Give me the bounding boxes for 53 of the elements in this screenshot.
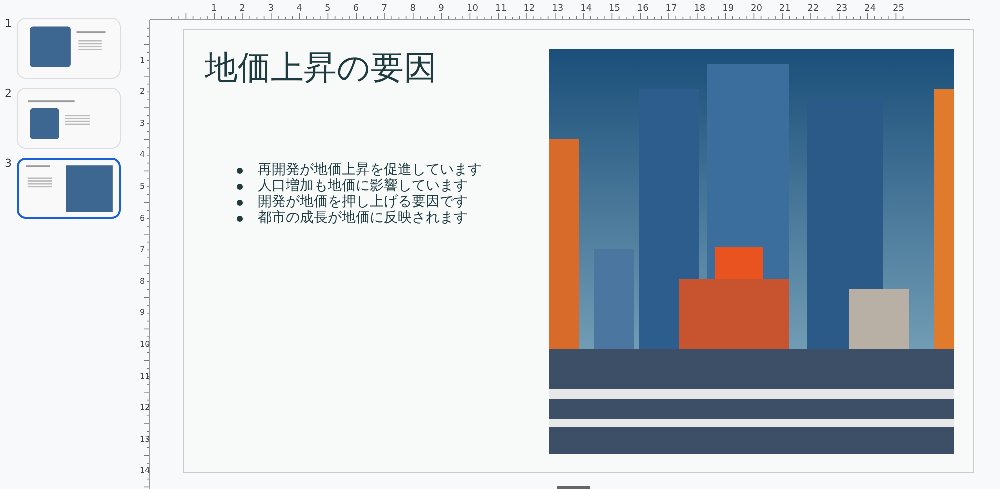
ruler-number: 9 — [438, 5, 444, 14]
ruler-number: 6 — [140, 214, 146, 223]
bullet-icon — [237, 200, 243, 206]
ruler-number: 13 — [552, 5, 564, 14]
ruler-number: 12 — [140, 404, 150, 412]
ruler-number: 22 — [808, 5, 820, 14]
bullet-text: 開発が地価を押し上げる要因です — [258, 194, 468, 210]
ruler-number: 3 — [140, 120, 146, 128]
ruler-number: 1 — [140, 56, 146, 65]
ruler-number: 7 — [382, 5, 388, 14]
ruler-number: 2 — [140, 88, 146, 96]
bullet-icon — [237, 168, 243, 174]
ruler-number: 2 — [240, 5, 246, 14]
slide-number: 1 — [4, 18, 13, 29]
ruler-number: 5 — [325, 5, 331, 14]
bullet-text: 都市の成長が地価に反映されます — [258, 210, 468, 226]
ruler-number: 10 — [467, 5, 478, 14]
scroll-handle[interactable] — [557, 486, 590, 489]
bullet-text: 再開発が地価上昇を促進しています — [258, 162, 482, 178]
ruler-number: 16 — [637, 5, 649, 14]
ruler-number: 13 — [140, 436, 150, 444]
ruler-number: 11 — [140, 372, 150, 381]
slide-number: 3 — [4, 158, 13, 169]
ruler-number: 4 — [140, 151, 146, 160]
ruler-number: 9 — [140, 309, 146, 318]
bullet-icon — [237, 216, 243, 222]
ruler-number: 10 — [140, 341, 150, 349]
ruler-number: 4 — [296, 5, 302, 14]
slide-thumbnail[interactable] — [17, 158, 121, 219]
ruler-number: 3 — [268, 5, 274, 14]
ruler-number: 8 — [140, 278, 146, 286]
ruler-number: 7 — [140, 246, 146, 254]
ruler-number: 15 — [609, 5, 620, 14]
ruler-number: 17 — [666, 5, 678, 14]
ruler-number: 12 — [524, 5, 536, 14]
ruler-number: 20 — [751, 5, 762, 14]
ruler-number: 23 — [836, 5, 848, 14]
ruler-number: 1 — [211, 5, 218, 14]
ruler-number: 11 — [495, 5, 507, 14]
ruler-number: 5 — [140, 183, 146, 191]
ruler-number: 14 — [580, 5, 592, 14]
bullet-text: 人口増加も地価に影響しています — [258, 178, 468, 194]
ruler-number: 6 — [353, 5, 360, 14]
ruler-number: 18 — [694, 5, 706, 14]
ruler-number: 24 — [864, 5, 876, 14]
ruler-number: 14 — [140, 467, 150, 476]
ruler-number: 19 — [722, 5, 734, 14]
slide-title: 地価上昇の要因 — [205, 48, 438, 88]
bullet-icon — [237, 184, 243, 190]
slide-number: 2 — [4, 88, 13, 99]
ruler-number: 25 — [893, 5, 904, 14]
ruler-number: 8 — [410, 5, 416, 14]
ruler-number: 21 — [779, 5, 791, 14]
